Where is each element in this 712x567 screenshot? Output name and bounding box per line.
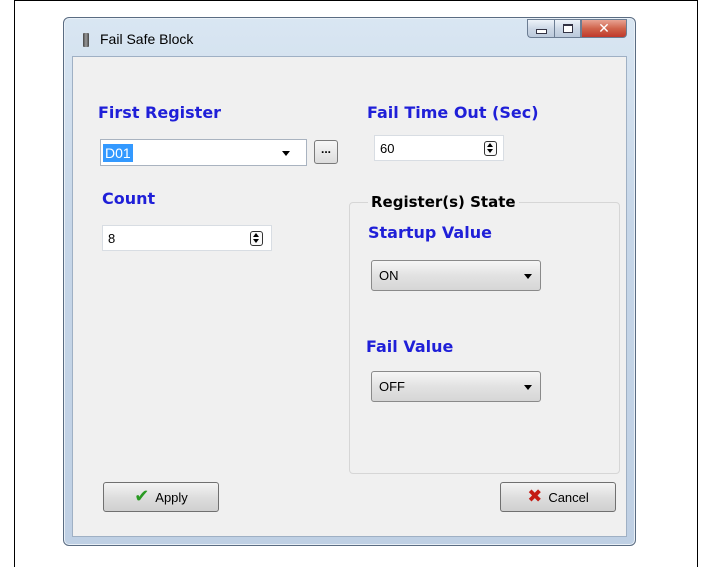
startup-value-label: Startup Value [368, 223, 492, 242]
dialog-body: First Register D01 ... Count 8 Fail Time… [72, 56, 627, 537]
fail-timeout-label: Fail Time Out (Sec) [367, 103, 539, 122]
fail-timeout-value: 60 [380, 141, 395, 156]
fail-value-label: Fail Value [366, 337, 454, 356]
startup-value-selected: ON [379, 268, 399, 283]
startup-value-dropdown[interactable]: ON [371, 260, 541, 291]
maximize-button[interactable] [554, 19, 581, 38]
chevron-down-icon [524, 274, 532, 279]
title-bar[interactable]: Fail Safe Block ✕ [64, 18, 635, 56]
fail-value-dropdown[interactable]: OFF [371, 371, 541, 402]
chevron-down-icon [524, 385, 532, 390]
browse-register-button[interactable]: ... [314, 140, 338, 164]
spin-down-icon [253, 239, 259, 243]
maximize-icon [562, 24, 573, 33]
frame-left [14, 0, 15, 567]
count-spin-buttons[interactable] [250, 231, 263, 246]
count-value: 8 [108, 231, 116, 246]
caption-buttons: ✕ [527, 19, 627, 38]
register-state-title: Register(s) State [368, 193, 519, 211]
checkmark-icon: ✔ [134, 486, 150, 507]
close-icon: ✕ [598, 20, 610, 37]
count-label: Count [102, 189, 156, 208]
minimize-button[interactable] [527, 19, 554, 38]
frame-top [14, 0, 698, 1]
window-title: Fail Safe Block [100, 31, 194, 47]
app-icon [83, 33, 89, 47]
cancel-button[interactable]: ✖ Cancel [500, 482, 616, 512]
spin-up-icon [487, 143, 493, 147]
first-register-combobox[interactable]: D01 [100, 139, 307, 166]
cancel-x-icon: ✖ [527, 486, 543, 507]
spin-up-icon [253, 233, 259, 237]
fail-safe-block-dialog: Fail Safe Block ✕ First Register D01 ...… [63, 17, 636, 546]
first-register-label: First Register [98, 103, 222, 122]
minimize-icon [535, 29, 547, 34]
fail-timeout-spinner[interactable]: 60 [374, 135, 504, 161]
apply-button[interactable]: ✔ Apply [103, 482, 219, 512]
count-spinner[interactable]: 8 [102, 225, 272, 251]
cancel-label: Cancel [548, 489, 589, 505]
chevron-down-icon[interactable] [282, 151, 290, 156]
spin-down-icon [487, 149, 493, 153]
first-register-value: D01 [103, 144, 133, 162]
close-button[interactable]: ✕ [581, 19, 627, 38]
fail-timeout-spin-buttons[interactable] [484, 141, 497, 156]
fail-value-selected: OFF [379, 379, 405, 394]
frame-right [697, 0, 698, 567]
apply-label: Apply [155, 489, 188, 505]
